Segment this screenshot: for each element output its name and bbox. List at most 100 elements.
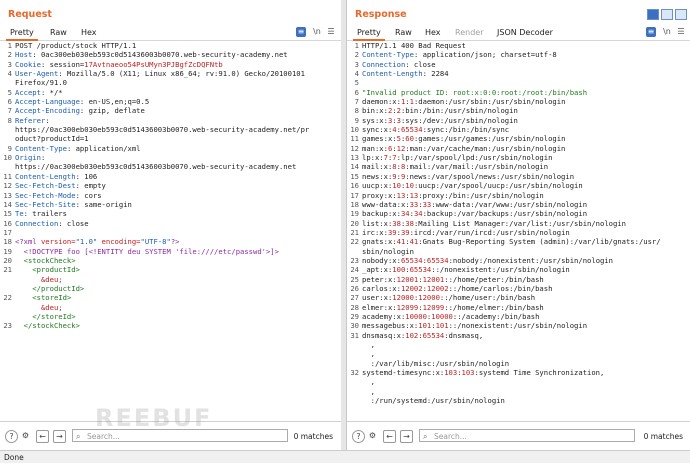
code-token: 60 (405, 134, 414, 144)
line-number: 16 (3, 218, 12, 228)
code-line: https://0ac300eb030eb593c0d51436003b0070… (0, 162, 341, 171)
code-line: oduct?productId=1 (0, 134, 341, 143)
line-number: 27 (350, 293, 359, 303)
line-text: <stockCheck> (15, 256, 76, 265)
help-icon[interactable]: ? (5, 430, 18, 443)
response-title: Response (355, 9, 407, 20)
wrap-lines-icon[interactable]: ≡ (296, 27, 306, 37)
code-token: HTTP/1.1 400 Bad Request (362, 41, 466, 50)
code-token: </ (15, 311, 41, 321)
response-tab-pretty[interactable]: Pretty (353, 27, 385, 41)
back-arrow-icon[interactable]: ← (36, 430, 49, 443)
back-arrow-icon[interactable]: ← (383, 430, 396, 443)
code-line: 6 Accept-Language: en-US,en;q=0.5 (0, 97, 341, 106)
code-line: 15 news:x:9:9:news:/var/spool/news:/usr/s… (347, 172, 690, 181)
code-line: 28 elmer:x:12099:12099::/home/elmer:/bin/… (347, 303, 690, 312)
response-search-bar: ? ⚙ ← → ⌕ Search... 0 matches (347, 421, 690, 450)
code-line: 5 (347, 78, 690, 87)
line-number: 11 (3, 171, 12, 181)
line-text: oduct?productId=1 (15, 134, 89, 143)
code-token: version= (36, 237, 76, 247)
code-line: 17 proxy:x:13:13:proxy:/bin:/usr/sbin/nol… (347, 191, 690, 200)
code-line: 17 (0, 228, 341, 237)
code-token: , (362, 340, 375, 349)
code-token: Sec-Fetch-Dest (15, 181, 76, 191)
menu-icon[interactable]: ☰ (326, 27, 336, 37)
line-number: 14 (3, 199, 12, 209)
code-line: 12 man:x:6:12:man:/var/cache/man:/usr/sbi… (347, 144, 690, 153)
line-text: <?xml version="1.0" encoding="UTF-8"?> (15, 237, 179, 246)
code-token: 39 (387, 227, 397, 237)
request-tab-raw[interactable]: Raw (46, 27, 71, 39)
code-line: 12 Sec-Fetch-Dest: empty (0, 181, 341, 190)
layout-split-horizontal-icon[interactable] (647, 9, 659, 20)
gear-icon[interactable]: ⚙ (367, 430, 378, 441)
code-token: news:x: (362, 171, 393, 181)
code-line: 29 academy:x:10000:10000::/academy:/bin/b… (347, 312, 690, 321)
code-token: :mail:/var/mail:/usr/sbin/nologin (405, 162, 549, 172)
code-token: > (79, 283, 85, 293)
line-text: Connection: close (15, 219, 89, 228)
line-text: sbin/nologin (362, 247, 414, 256)
gear-icon[interactable]: ⚙ (20, 430, 31, 441)
response-tab-raw[interactable]: Raw (391, 27, 416, 39)
code-token: , (362, 349, 375, 359)
code-line: 13 Sec-Fetch-Mode: cors (0, 191, 341, 200)
line-number: 8 (354, 106, 359, 116)
layout-split-vertical-icon[interactable] (661, 9, 673, 20)
menu-icon[interactable]: ☰ (676, 27, 686, 37)
request-tab-pretty[interactable]: Pretty (6, 27, 38, 41)
newline-icon[interactable]: \n (662, 27, 672, 37)
request-editor[interactable]: 1 POST /product/stock HTTP/1.1 2 Host: 0ac3… (0, 41, 341, 422)
code-token: :/academy:/bin/bash (457, 311, 540, 321)
newline-icon[interactable]: \n (312, 27, 322, 37)
code-line: 7 Accept-Encoding: gzip, deflate (0, 106, 341, 115)
wrap-lines-icon[interactable]: ≡ (646, 27, 656, 37)
line-text: https://0ac300eb030eb593c0d51436003b0070… (15, 162, 296, 171)
code-token: 38 (405, 218, 414, 228)
response-tab-render[interactable]: Render (451, 27, 487, 39)
line-number: 3 (7, 59, 12, 69)
code-token: Firefox/91.0 (15, 78, 67, 88)
forward-arrow-icon[interactable]: → (400, 430, 413, 443)
code-token: lp:x: (362, 153, 384, 163)
code-token: :/home/peter:/bin/bash (448, 274, 544, 284)
line-text: lp:x:7:7:lp:/var/spool/lpd:/usr/sbin/nol… (362, 153, 552, 162)
code-line: 23 nobody:x:65534:65534:nobody:/nonexiste… (347, 256, 690, 265)
line-text: &deu; (15, 275, 63, 284)
request-tabs: Pretty Raw Hex ≡ \n ☰ (0, 26, 341, 41)
code-token: stockCheck (32, 321, 76, 331)
code-token: 65534 (409, 265, 432, 275)
line-number: 7 (354, 97, 359, 107)
response-search-input[interactable]: ⌕ Search... (419, 429, 635, 442)
request-search-input[interactable]: ⌕ Search... (72, 429, 288, 442)
response-match-count: 0 matches (643, 432, 683, 441)
code-token: : Mozilla/5.0 (X11; Linux x86_64; rv:91.… (58, 69, 305, 79)
code-token: : (40, 153, 46, 163)
line-text: Sec-Fetch-Dest: empty (15, 181, 106, 190)
response-tab-json-decoder[interactable]: JSON Decoder (493, 27, 557, 39)
code-token: , (362, 377, 375, 387)
forward-arrow-icon[interactable]: → (53, 430, 66, 443)
line-number: 4 (7, 69, 12, 79)
response-tab-hex[interactable]: Hex (421, 27, 445, 39)
line-number: 9 (354, 115, 359, 125)
response-viewer[interactable]: 1 HTTP/1.1 400 Bad Request 2 Content-Type: … (347, 41, 690, 422)
code-token: &deu; (15, 302, 63, 312)
code-token: </ (15, 283, 41, 293)
code-token: peter:x: (362, 274, 397, 284)
code-line: 14 Sec-Fetch-Site: same-origin (0, 200, 341, 209)
code-line: 20 <stockCheck> (0, 256, 341, 265)
help-icon[interactable]: ? (352, 430, 365, 443)
code-token: uucp:x: (362, 181, 393, 191)
line-number: 12 (3, 181, 12, 191)
code-line: 4 Content-Length: 2284 (347, 69, 690, 78)
code-token: 33 (422, 199, 432, 209)
layout-tabs-icon[interactable] (675, 9, 687, 20)
request-tab-hex[interactable]: Hex (77, 27, 101, 39)
code-token: :daemon:/usr/sbin:/usr/sbin/nologin (413, 97, 566, 107)
line-text: Sec-Fetch-Site: same-origin (15, 200, 132, 209)
code-token: : 106 (75, 171, 98, 181)
code-token: :sys:/dev:/usr/sbin/nologin (400, 115, 518, 125)
line-number: 1 (7, 41, 12, 50)
